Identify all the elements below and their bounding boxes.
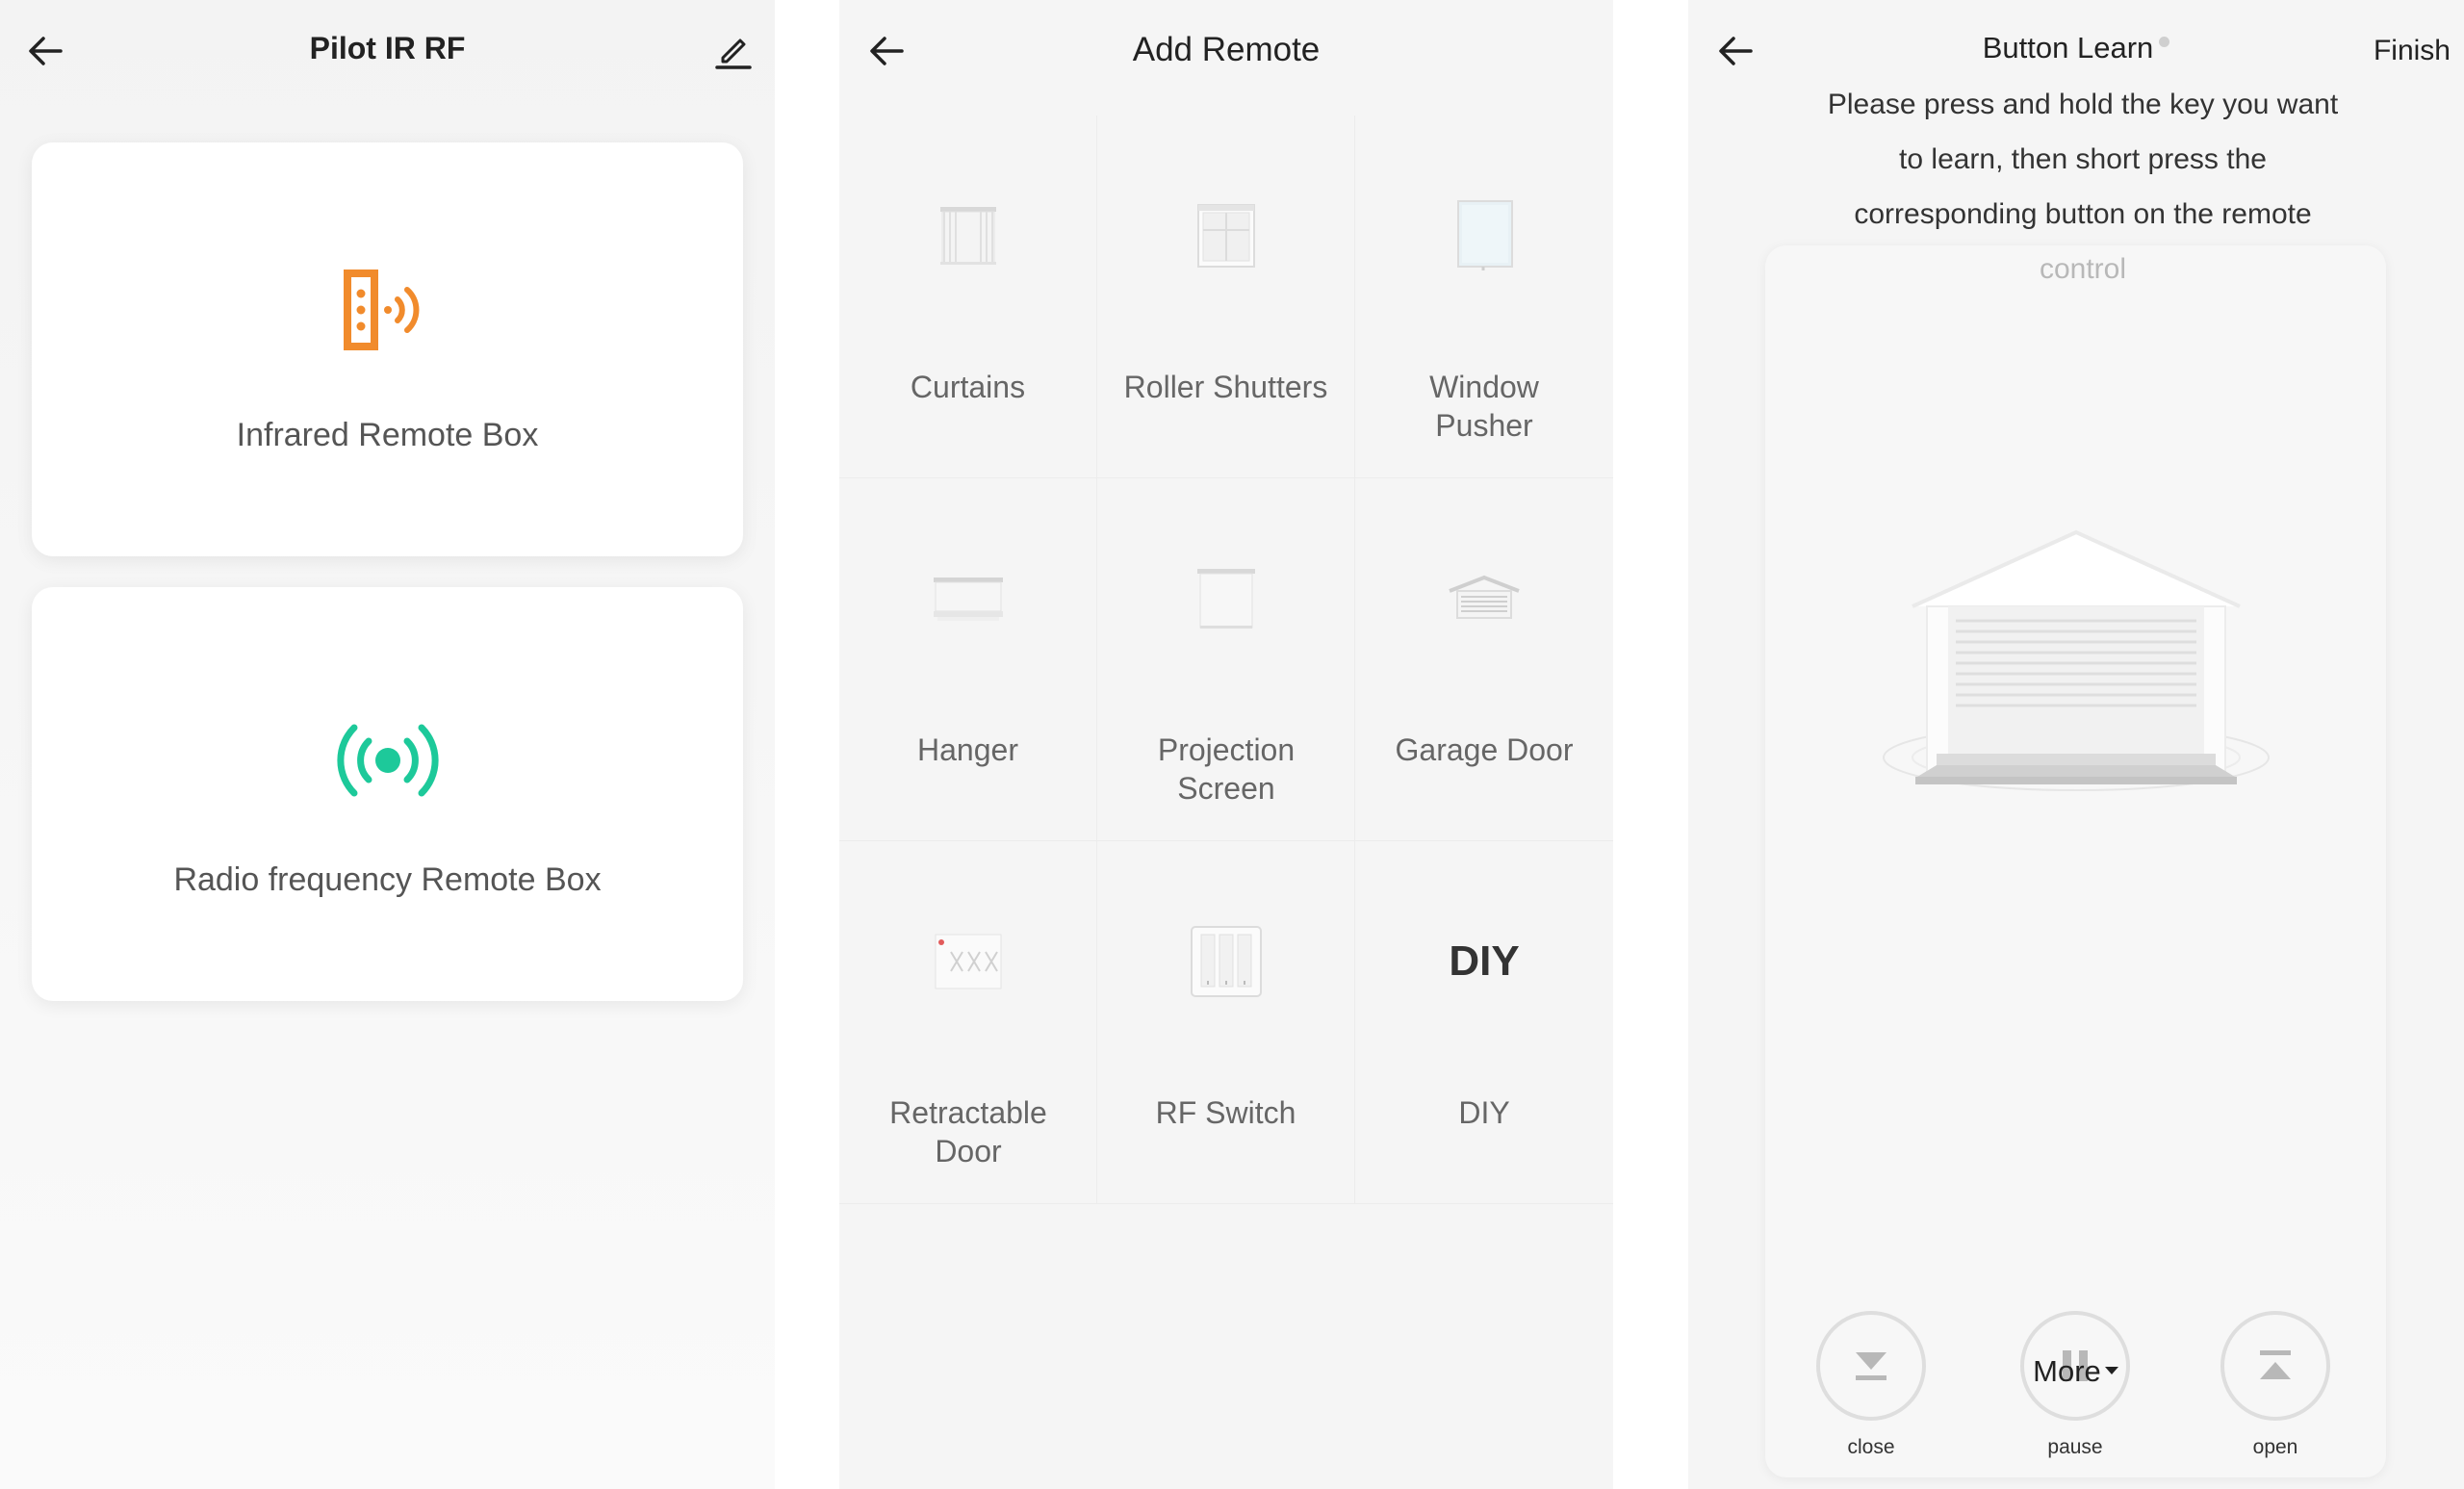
pilot-ir-rf-screen: Pilot IR RF Infrared Remote Box Radio fr… [0,0,775,1489]
remote-type-curtains[interactable]: Curtains [839,116,1097,478]
device-card: close pause open More [1765,245,2386,1477]
radio-frequency-icon [336,724,439,797]
remote-type-window-pusher[interactable]: Window Pusher [1355,116,1613,478]
hanger-icon [933,578,1003,621]
pencil-icon [715,39,752,69]
curtains-icon [939,207,996,265]
finish-button[interactable]: Finish [2374,35,2451,67]
more-button[interactable]: More [1765,1354,2386,1389]
remote-type-label: DIY [1458,1095,1510,1130]
remote-type-garage-door[interactable]: Garage Door [1355,478,1613,841]
remote-type-label: Curtains [910,370,1026,404]
add-remote-screen: Add Remote Curtains Roller Shutters Wind… [839,0,1613,1489]
remote-type-roller-shutters[interactable]: Roller Shutters [1097,116,1355,478]
instruction-text: Please press and hold the key you want t… [1827,89,2339,285]
control-label: close [1847,1436,1895,1458]
card-label: Radio frequency Remote Box [173,861,602,898]
remote-type-retractable-door[interactable]: Retractable Door [839,841,1097,1204]
remote-type-label: Garage Door [1395,732,1574,767]
roller-shutters-icon [1196,204,1255,268]
remote-type-hanger[interactable]: Hanger [839,478,1097,841]
remote-type-rf-switch[interactable]: RF Switch [1097,841,1355,1204]
infrared-remote-box-card[interactable]: Infrared Remote Box [32,142,743,556]
remote-type-label: Hanger [917,732,1018,767]
status-dot [2159,37,2170,48]
page-title: Add Remote [1132,31,1321,68]
infrared-remote-icon [343,270,419,350]
button-learn-screen: Button Learn Finish close pause open Mor… [1688,0,2464,1489]
caret-down-icon [2104,1366,2118,1374]
projection-screen-icon [1196,569,1255,629]
retractable-door-icon [935,934,1001,989]
radio-frequency-remote-box-card[interactable]: Radio frequency Remote Box [32,587,743,1001]
rf-switch-icon [1190,926,1262,997]
remote-type-label: RF Switch [1155,1095,1296,1130]
page-title: Pilot IR RF [309,31,466,65]
remote-type-diy[interactable]: DIY DIY [1355,841,1613,1204]
page-title: Button Learn [1688,31,2464,65]
control-label: open [2252,1436,2298,1458]
remote-type-label: Projection Screen [1157,732,1296,806]
control-label: pause [2047,1436,2103,1458]
garage-door-illustration [1883,529,2270,791]
remote-type-label: Window Pusher [1429,370,1539,443]
edit-button[interactable] [708,27,757,75]
remote-type-label: Roller Shutters [1123,370,1328,404]
instruction-faded-text: control [2039,253,2127,285]
remote-type-projection-screen[interactable]: Projection Screen [1097,478,1355,841]
garage-door-icon [1449,575,1520,619]
card-label: Infrared Remote Box [236,417,539,453]
diy-icon: DIY [1449,937,1520,985]
window-pusher-icon [1457,200,1513,270]
remote-type-label: Retractable Door [889,1095,1047,1168]
